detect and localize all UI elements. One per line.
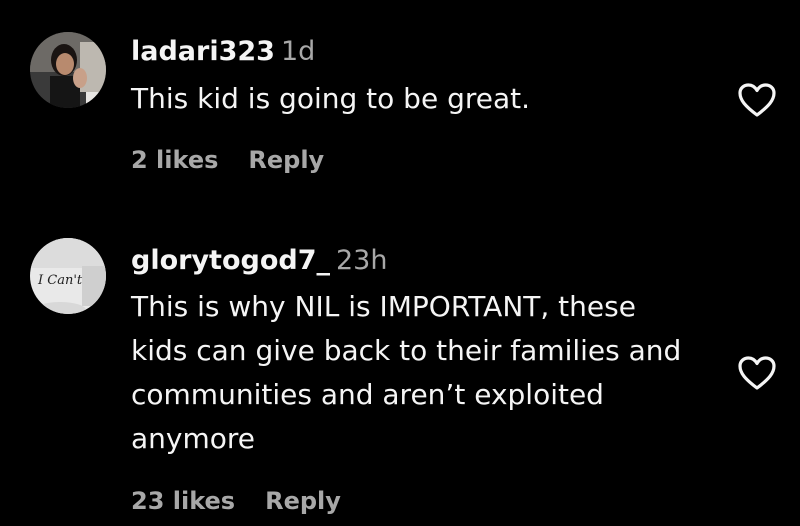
avatar-sign-text: I Can't — [37, 273, 83, 288]
comment-text-line: kids can give back to their families and — [131, 334, 682, 367]
profile-photo-icon: I Can't — [30, 238, 106, 314]
comment-text-line: communities and aren’t exploited — [131, 378, 604, 411]
likes-count[interactable]: 23 likes — [131, 486, 235, 516]
avatar[interactable]: I Can't — [30, 238, 106, 314]
username[interactable]: glorytogod7_ — [131, 245, 330, 276]
heart-outline-icon[interactable] — [737, 355, 777, 391]
reply-button[interactable]: Reply — [265, 486, 341, 516]
comment-item: I Can't glorytogod7_ 23h This is why NIL … — [0, 0, 800, 526]
comment-text-line: anymore — [131, 422, 256, 455]
comment-text-line: This is why NIL is IMPORTANT, these — [131, 290, 636, 323]
timestamp: 23h — [336, 245, 388, 276]
comment-text: This is why NIL is IMPORTANT, these kids… — [131, 285, 731, 461]
comment-header: glorytogod7_ 23h — [131, 244, 387, 278]
comment-actions: 23 likes Reply — [131, 486, 341, 516]
